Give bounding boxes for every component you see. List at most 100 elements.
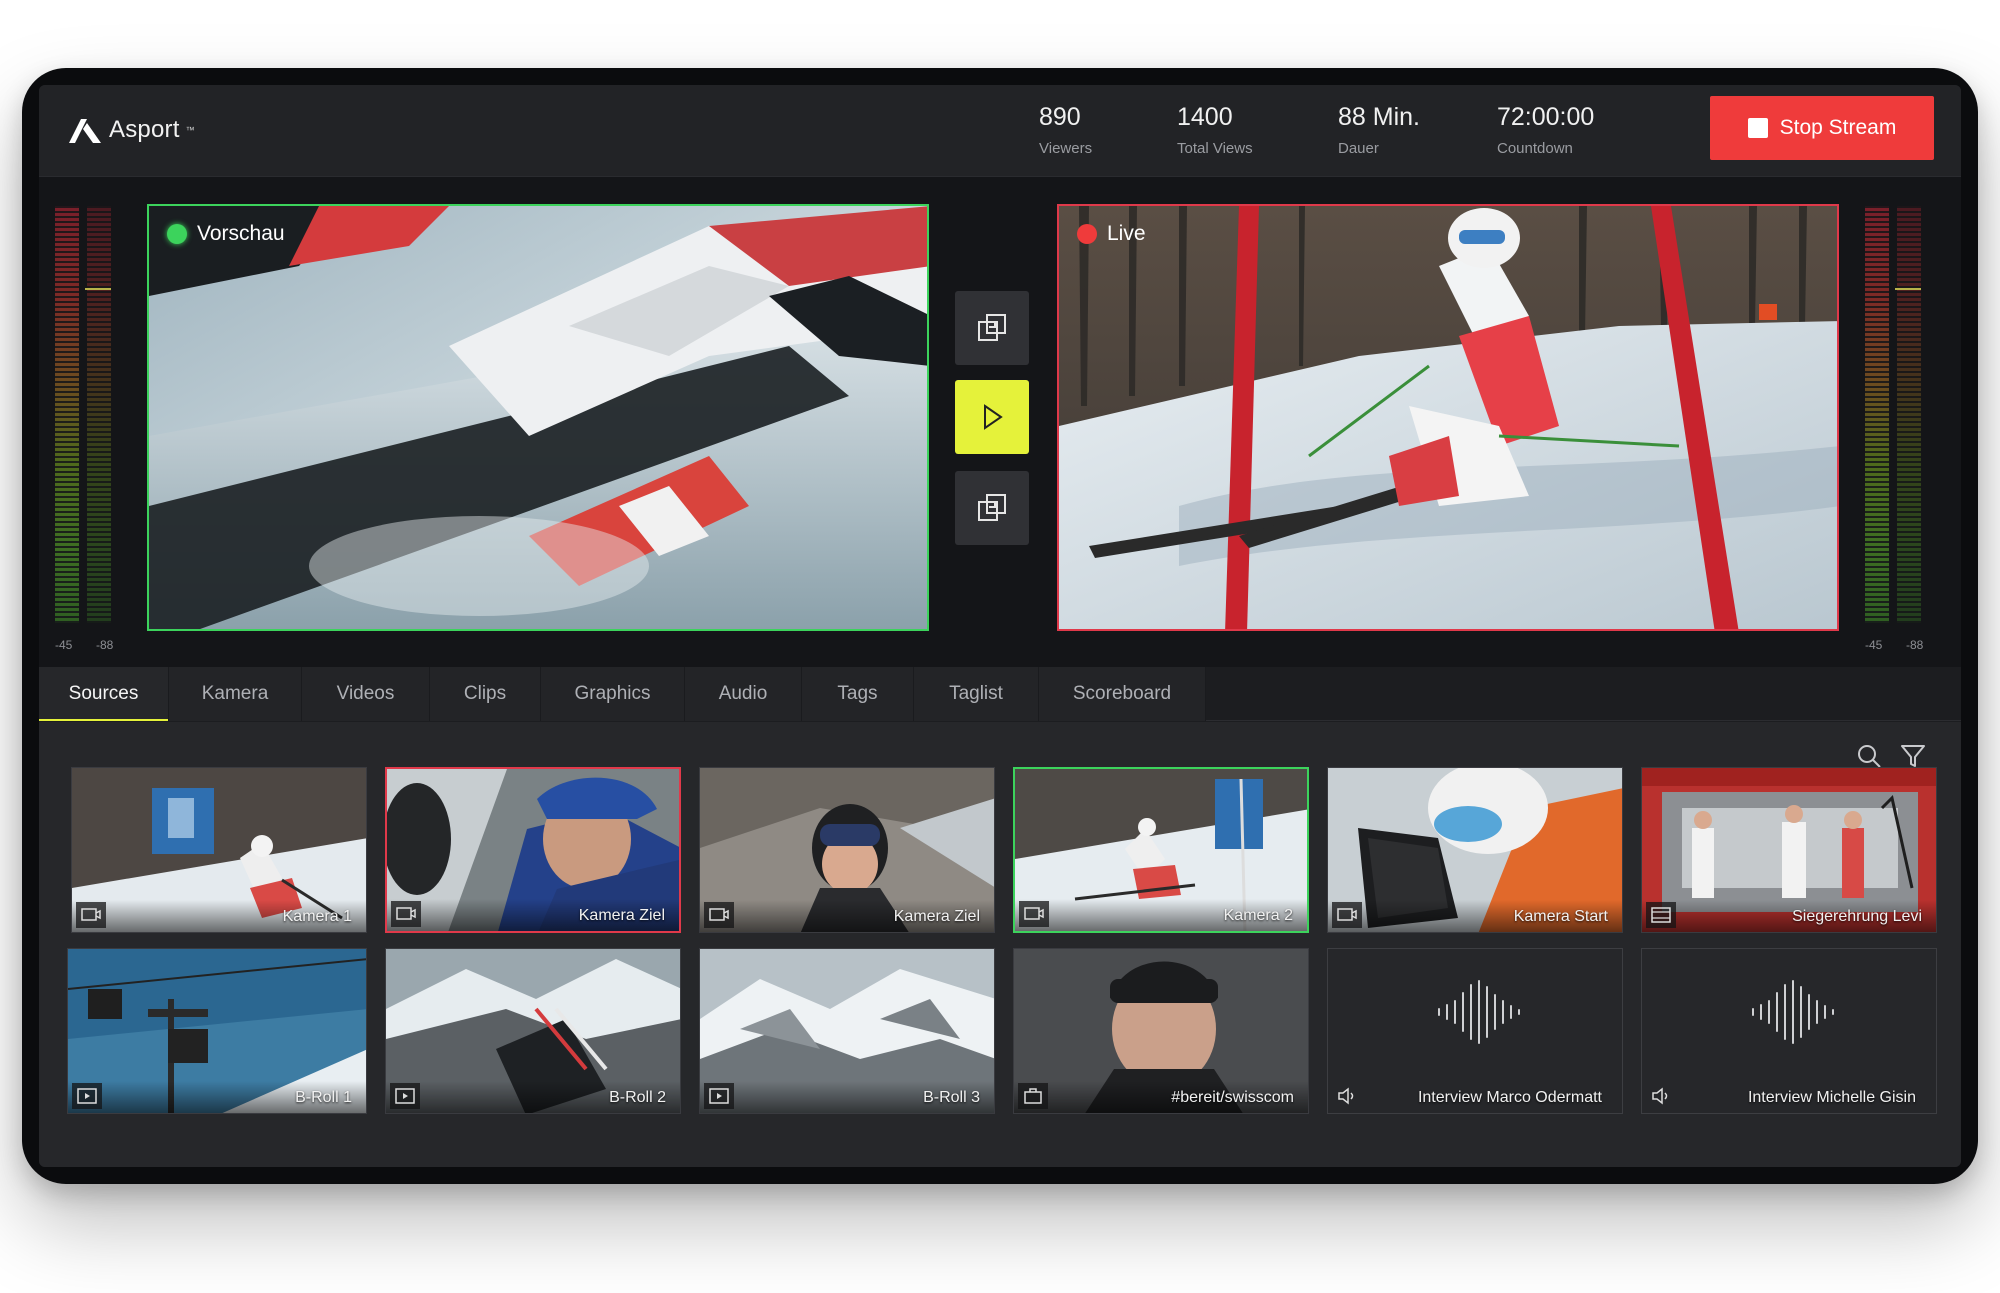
- transition-button-top[interactable]: [955, 291, 1029, 365]
- meter-peak: [85, 288, 111, 290]
- live-label: Live: [1077, 222, 1146, 246]
- tile-label: B-Roll 2: [609, 1089, 666, 1106]
- audio-waveform-icon: [1752, 980, 1834, 1044]
- monitor-area: -45 -88 Vorschau Live -45 -88: [39, 177, 1961, 667]
- asport-logo-icon: [69, 119, 101, 143]
- tile-label: Kamera Start: [1513, 908, 1608, 925]
- filter-icon[interactable]: [1899, 742, 1927, 770]
- audio-waveform-icon: [1438, 980, 1520, 1044]
- stat-label: Total Views: [1177, 140, 1253, 157]
- tile-label: B-Roll 3: [923, 1089, 980, 1106]
- source-tile[interactable]: B-Roll 2: [385, 948, 681, 1114]
- stop-stream-label: Stop Stream: [1779, 116, 1897, 139]
- video-icon: [72, 1083, 102, 1109]
- meter-label: -88: [1906, 638, 1924, 652]
- tab-tags[interactable]: Tags: [802, 667, 914, 721]
- source-tile[interactable]: Kamera 1: [71, 767, 367, 933]
- stop-stream-button[interactable]: Stop Stream: [1710, 96, 1934, 160]
- tab-clips[interactable]: Clips: [430, 667, 541, 721]
- stat-viewers: 890 Viewers: [1039, 103, 1092, 157]
- source-tile-preview[interactable]: Kamera 2: [1013, 767, 1309, 933]
- source-tabs: Sources Kamera Videos Clips Graphics Aud…: [39, 667, 1961, 721]
- speaker-icon: [1332, 1083, 1362, 1109]
- tile-label: Interview Michelle Gisin: [1747, 1089, 1916, 1106]
- top-bar: Asport ™ 890 Viewers 1400 Total Views 88 …: [39, 85, 1961, 177]
- live-monitor[interactable]: Live: [1057, 204, 1839, 631]
- meter-label: -88: [96, 638, 114, 652]
- search-icon[interactable]: [1855, 742, 1883, 770]
- stat-label: Dauer: [1338, 140, 1379, 157]
- tile-label: Interview Marco Odermatt: [1417, 1089, 1602, 1106]
- preview-label: Vorschau: [167, 222, 285, 246]
- tile-label: B-Roll 1: [295, 1089, 352, 1106]
- tile-label: #bereit/swisscom: [1171, 1089, 1294, 1106]
- meter-peak: [1895, 288, 1921, 290]
- stat-value: 88 Min.: [1338, 103, 1420, 131]
- tile-label: Kamera Ziel: [578, 907, 665, 924]
- meter-bar: [55, 206, 79, 623]
- camera-icon: [1019, 901, 1049, 927]
- stat-value: 72:00:00: [1497, 103, 1595, 131]
- tab-audio[interactable]: Audio: [685, 667, 802, 721]
- camera-icon: [1332, 902, 1362, 928]
- meter-bar: [1897, 206, 1921, 623]
- transition-icon: [978, 314, 1006, 341]
- audio-meter-right: [1865, 206, 1921, 623]
- live-indicator-icon: [1077, 224, 1097, 244]
- meter-label: -45: [1865, 638, 1883, 652]
- play-icon: [984, 404, 1003, 430]
- stat-total-views: 1400 Total Views: [1177, 103, 1253, 157]
- sources-panel: Kamera 1 Kamera Ziel Kamera Ziel Kamera …: [39, 722, 1961, 1167]
- film-icon: [1646, 902, 1676, 928]
- tile-label: Kamera 2: [1223, 907, 1293, 924]
- video-icon: [704, 1083, 734, 1109]
- preview-monitor[interactable]: Vorschau: [147, 204, 929, 631]
- tab-sources[interactable]: Sources: [39, 667, 169, 721]
- trademark: ™: [185, 125, 195, 135]
- stat-value: 1400: [1177, 103, 1233, 131]
- stat-duration: 88 Min. Dauer: [1338, 103, 1420, 157]
- tab-taglist[interactable]: Taglist: [914, 667, 1039, 721]
- meter-bar: [87, 206, 111, 623]
- video-icon: [390, 1083, 420, 1109]
- tab-videos[interactable]: Videos: [302, 667, 430, 721]
- app-name: Asport: [109, 116, 180, 143]
- source-tile[interactable]: B-Roll 3: [699, 948, 995, 1114]
- app-screen: Asport ™ 890 Viewers 1400 Total Views 88 …: [39, 85, 1961, 1167]
- camera-icon: [76, 902, 106, 928]
- stat-label: Viewers: [1039, 140, 1093, 157]
- tile-label: Siegerehrung Levi: [1792, 908, 1922, 925]
- preview-indicator-icon: [167, 224, 187, 244]
- camera-icon: [704, 902, 734, 928]
- source-tile[interactable]: Kamera Start: [1327, 767, 1623, 933]
- preview-label-text: Vorschau: [197, 222, 285, 245]
- source-tile[interactable]: #bereit/swisscom: [1013, 948, 1309, 1114]
- tab-graphics[interactable]: Graphics: [541, 667, 685, 721]
- source-tile[interactable]: Kamera Ziel: [699, 767, 995, 933]
- tab-kamera[interactable]: Kamera: [169, 667, 302, 721]
- stat-label: Countdown: [1497, 140, 1573, 157]
- source-tile[interactable]: Siegerehrung Levi: [1641, 767, 1937, 933]
- stat-countdown: 72:00:00 Countdown: [1497, 103, 1594, 157]
- camera-icon: [391, 901, 421, 927]
- app-logo: Asport ™: [67, 113, 195, 147]
- audio-meter-left: [55, 206, 111, 623]
- take-live-button[interactable]: [955, 380, 1029, 454]
- image-icon: [1018, 1083, 1048, 1109]
- tile-label: Kamera 1: [282, 908, 352, 925]
- preview-video-frame: [149, 206, 927, 629]
- source-tile-audio[interactable]: Interview Marco Odermatt: [1327, 948, 1623, 1114]
- live-label-text: Live: [1107, 222, 1146, 245]
- transition-button-bottom[interactable]: [955, 471, 1029, 545]
- live-video-frame: [1059, 206, 1837, 629]
- tab-scoreboard[interactable]: Scoreboard: [1039, 667, 1206, 721]
- speaker-icon: [1646, 1083, 1676, 1109]
- source-tile[interactable]: B-Roll 1: [67, 948, 367, 1114]
- source-tile-live[interactable]: Kamera Ziel: [385, 767, 681, 933]
- transition-icon: [978, 494, 1006, 521]
- tile-label: Kamera Ziel: [893, 908, 980, 925]
- source-tile-audio[interactable]: Interview Michelle Gisin: [1641, 948, 1937, 1114]
- stop-icon: [1747, 118, 1768, 138]
- stat-value: 890: [1039, 103, 1081, 131]
- meter-label: -45: [55, 638, 73, 652]
